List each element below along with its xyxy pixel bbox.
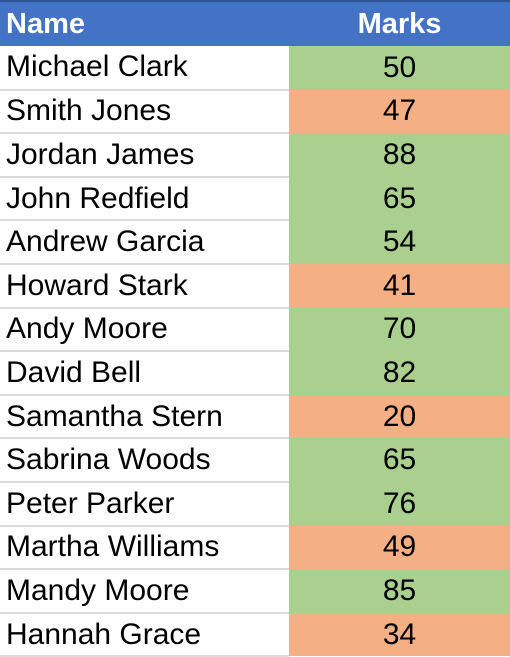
name-cell[interactable]: Jordan James bbox=[0, 133, 289, 178]
name-cell[interactable]: Peter Parker bbox=[0, 481, 289, 527]
table-row: David Bell 82 bbox=[0, 351, 510, 396]
name-cell[interactable]: Martha Williams bbox=[0, 525, 289, 571]
name-cell[interactable]: Mandy Moore bbox=[0, 569, 289, 614]
table-row: Hannah Grace 34 bbox=[0, 612, 510, 657]
name-cell[interactable]: Andy Moore bbox=[0, 307, 289, 353]
name-cell[interactable]: Howard Stark bbox=[0, 263, 289, 309]
table-row: Peter Parker 76 bbox=[0, 481, 510, 527]
marks-cell[interactable]: 85 bbox=[289, 569, 510, 613]
table-row: Howard Stark 41 bbox=[0, 263, 510, 309]
marks-cell[interactable]: 76 bbox=[289, 481, 510, 526]
marks-cell[interactable]: 50 bbox=[289, 46, 510, 90]
table-row: Michael Clark 50 bbox=[0, 46, 510, 91]
name-cell[interactable]: Samantha Stern bbox=[0, 394, 289, 440]
name-cell[interactable]: John Redfield bbox=[0, 176, 289, 222]
table-row: Samantha Stern 20 bbox=[0, 394, 510, 440]
header-marks[interactable]: Marks bbox=[289, 0, 510, 46]
name-cell[interactable]: Hannah Grace bbox=[0, 612, 289, 657]
name-cell[interactable]: Sabrina Woods bbox=[0, 438, 289, 483]
table-row: Martha Williams 49 bbox=[0, 525, 510, 571]
marks-cell[interactable]: 34 bbox=[289, 612, 510, 657]
marks-cell[interactable]: 65 bbox=[289, 438, 510, 482]
name-cell[interactable]: Andrew Garcia bbox=[0, 220, 289, 265]
marks-cell[interactable]: 47 bbox=[289, 89, 510, 134]
name-cell[interactable]: David Bell bbox=[0, 351, 289, 396]
marks-cell[interactable]: 49 bbox=[289, 525, 510, 570]
marks-cell[interactable]: 65 bbox=[289, 176, 510, 221]
marks-cell[interactable]: 82 bbox=[289, 351, 510, 395]
marks-cell[interactable]: 20 bbox=[289, 394, 510, 439]
header-name[interactable]: Name bbox=[0, 0, 289, 46]
marks-cell[interactable]: 70 bbox=[289, 307, 510, 352]
marks-cell[interactable]: 54 bbox=[289, 220, 510, 264]
marks-cell[interactable]: 41 bbox=[289, 263, 510, 308]
name-cell[interactable]: Smith Jones bbox=[0, 89, 289, 135]
table-row: John Redfield 65 bbox=[0, 176, 510, 222]
marks-cell[interactable]: 88 bbox=[289, 133, 510, 177]
table-row: Sabrina Woods 65 bbox=[0, 438, 510, 483]
name-cell[interactable]: Michael Clark bbox=[0, 46, 289, 91]
table-row: Jordan James 88 bbox=[0, 133, 510, 178]
marks-table: Name Marks Michael Clark 50 Smith Jones 47 J… bbox=[0, 0, 510, 657]
table-row: Mandy Moore 85 bbox=[0, 569, 510, 614]
table-row: Smith Jones 47 bbox=[0, 89, 510, 135]
table-row: Andrew Garcia 54 bbox=[0, 220, 510, 265]
table-row: Andy Moore 70 bbox=[0, 307, 510, 353]
header-row: Name Marks bbox=[0, 0, 510, 46]
